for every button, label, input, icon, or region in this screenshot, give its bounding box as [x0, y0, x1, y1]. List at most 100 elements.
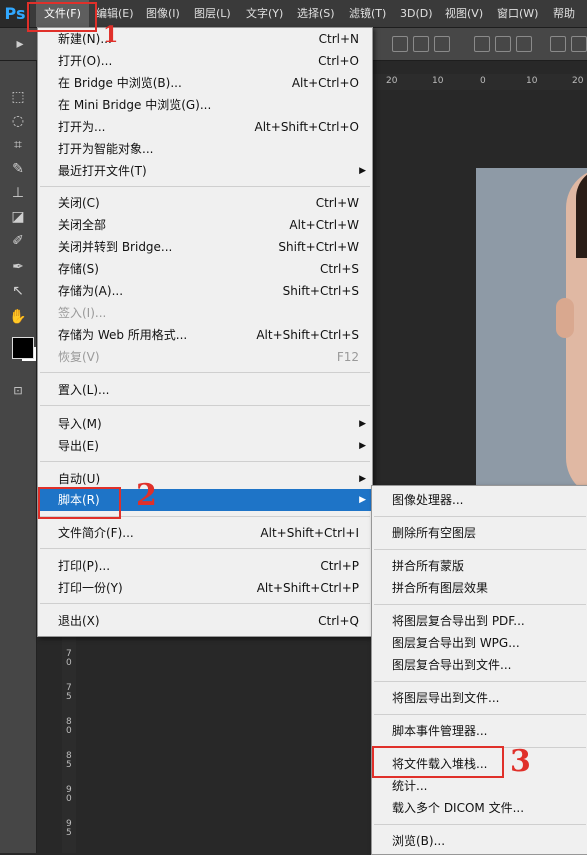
shortcut-text: Alt+Shift+Ctrl+I	[260, 526, 359, 540]
menu-item-print-one-copy[interactable]: 打印一份(Y) Alt+Shift+Ctrl+P	[38, 577, 372, 599]
menu-item-print[interactable]: 打印(P)... Ctrl+P	[38, 555, 372, 577]
shortcut-text: Alt+Ctrl+O	[291, 76, 359, 90]
shortcut-text: Shift+Ctrl+W	[278, 240, 359, 254]
submenu-item-script-events-manager[interactable]: 脚本事件管理器...	[372, 720, 587, 742]
submenu-item-flatten-layer-effects[interactable]: 拼合所有图层效果	[372, 577, 587, 599]
menu-separator	[374, 549, 586, 550]
healing-tool-icon[interactable]: ✎	[8, 159, 28, 179]
menu-item-browse-bridge[interactable]: 在 Bridge 中浏览(B)... Alt+Ctrl+O	[38, 72, 372, 94]
menu-item-label: 统计...	[392, 779, 428, 793]
submenu-item-comps-to-pdf[interactable]: 将图层复合导出到 PDF...	[372, 610, 587, 632]
quick-mask-icon[interactable]: ⊡	[8, 381, 28, 401]
menu-window[interactable]: 窗口(W)	[497, 0, 538, 27]
menu-item-label: 关闭并转到 Bridge...	[58, 240, 173, 254]
menu-item-label: 图像处理器...	[392, 493, 464, 507]
tools-panel: ⬚ ◌ ⌗ ✎ ⊥ ◪ ✐ ✒ ↖ ✋ ⊡	[0, 61, 37, 853]
submenu-item-comps-to-files[interactable]: 图层复合导出到文件...	[372, 654, 587, 676]
ruler-tick: 10	[526, 76, 538, 86]
menu-layer[interactable]: 图层(L)	[194, 0, 231, 27]
submenu-item-image-processor[interactable]: 图像处理器...	[372, 489, 587, 511]
ruler-tick: 9 0	[66, 785, 72, 804]
menu-separator	[40, 548, 370, 549]
menu-item-label: 退出(X)	[58, 614, 100, 628]
lasso-tool-icon[interactable]: ◌	[8, 111, 28, 131]
menu-separator	[40, 372, 370, 373]
stamp-tool-icon[interactable]: ⊥	[8, 183, 28, 203]
marquee-tool-icon[interactable]: ⬚	[8, 87, 28, 107]
crop-tool-icon[interactable]: ⌗	[8, 135, 28, 155]
ruler-tick: 10	[432, 76, 444, 86]
menu-item-open-smart-object[interactable]: 打开为智能对象...	[38, 138, 372, 160]
menu-item-save-for-web[interactable]: 存储为 Web 所用格式... Alt+Shift+Ctrl+S	[38, 324, 372, 346]
shortcut-text: Alt+Ctrl+W	[289, 218, 359, 232]
menu-filter[interactable]: 滤镜(T)	[349, 0, 386, 27]
menu-item-label: 在 Mini Bridge 中浏览(G)...	[58, 98, 212, 112]
align-bottom-icon[interactable]	[434, 36, 450, 52]
menu-item-save[interactable]: 存储(S) Ctrl+S	[38, 258, 372, 280]
submenu-item-statistics[interactable]: 统计...	[372, 775, 587, 797]
menu-item-browse-mini-bridge[interactable]: 在 Mini Bridge 中浏览(G)...	[38, 94, 372, 116]
menu-item-label: 存储为(A)...	[58, 284, 124, 298]
menu-item-label: 最近打开文件(T)	[58, 164, 147, 178]
move-tool-icon[interactable]: ▸	[10, 34, 30, 54]
menu-item-close-go-bridge[interactable]: 关闭并转到 Bridge... Shift+Ctrl+W	[38, 236, 372, 258]
scripts-submenu: 图像处理器... 删除所有空图层 拼合所有蒙版 拼合所有图层效果 将图层复合导出…	[371, 485, 587, 855]
submenu-arrow-icon: ▶	[359, 495, 366, 505]
shortcut-text: Ctrl+Q	[318, 614, 359, 628]
menu-item-open[interactable]: 打开(O)... Ctrl+O	[38, 50, 372, 72]
menu-item-label: 拼合所有蒙版	[392, 559, 465, 573]
menu-item-label: 图层复合导出到 WPG...	[392, 636, 520, 650]
submenu-item-comps-to-wpg[interactable]: 图层复合导出到 WPG...	[372, 632, 587, 654]
menu-type[interactable]: 文字(Y)	[246, 0, 283, 27]
submenu-item-layers-to-files[interactable]: 将图层导出到文件...	[372, 687, 587, 709]
menu-item-label: 拼合所有图层效果	[392, 581, 489, 595]
menu-item-exit[interactable]: 退出(X) Ctrl+Q	[38, 610, 372, 632]
distribute-hcenter-icon[interactable]	[571, 36, 587, 52]
menu-item-place[interactable]: 置入(L)...	[38, 379, 372, 401]
distribute-top-icon[interactable]	[474, 36, 490, 52]
menu-3d[interactable]: 3D(D)	[400, 0, 433, 27]
submenu-item-delete-empty-layers[interactable]: 删除所有空图层	[372, 522, 587, 544]
brush-tool-icon[interactable]: ✐	[8, 231, 28, 251]
path-select-tool-icon[interactable]: ↖	[8, 281, 28, 301]
submenu-item-browse[interactable]: 浏览(B)...	[372, 830, 587, 852]
menu-item-label: 关闭(C)	[58, 196, 100, 210]
canvas-photo-ear	[556, 298, 574, 338]
menu-item-import[interactable]: 导入(M) ▶	[38, 413, 372, 435]
menu-view[interactable]: 视图(V)	[445, 0, 483, 27]
menu-item-label: 浏览(B)...	[392, 834, 446, 848]
shortcut-text: F12	[336, 350, 359, 364]
menu-item-export[interactable]: 导出(E) ▶	[38, 435, 372, 457]
menu-separator	[374, 824, 586, 825]
menu-item-label: 将图层复合导出到 PDF...	[392, 614, 525, 628]
shortcut-text: Ctrl+S	[319, 262, 359, 276]
align-vcenter-icon[interactable]	[413, 36, 429, 52]
eraser-tool-icon[interactable]: ◪	[8, 207, 28, 227]
file-menu-dropdown: 新建(N)... Ctrl+N 打开(O)... Ctrl+O 在 Bridge 中…	[37, 27, 373, 637]
menu-select[interactable]: 选择(S)	[297, 0, 335, 27]
pen-tool-icon[interactable]: ✒	[8, 257, 28, 277]
menu-item-label: 存储为 Web 所用格式...	[58, 328, 188, 342]
align-top-icon[interactable]	[392, 36, 408, 52]
menu-item-label: 载入多个 DICOM 文件...	[392, 801, 525, 815]
ruler-tick: 20	[572, 76, 584, 86]
shortcut-text: Ctrl+N	[318, 32, 359, 46]
menu-item-save-as[interactable]: 存储为(A)... Shift+Ctrl+S	[38, 280, 372, 302]
submenu-item-flatten-masks[interactable]: 拼合所有蒙版	[372, 555, 587, 577]
submenu-arrow-icon: ▶	[359, 166, 366, 176]
hand-tool-icon[interactable]: ✋	[8, 307, 28, 327]
menu-item-file-info[interactable]: 文件简介(F)... Alt+Shift+Ctrl+I	[38, 522, 372, 544]
menu-item-recent-files[interactable]: 最近打开文件(T) ▶	[38, 160, 372, 182]
menu-item-open-as[interactable]: 打开为... Alt+Shift+Ctrl+O	[38, 116, 372, 138]
menu-item-label: 打印一份(Y)	[58, 581, 123, 595]
foreground-color-swatch[interactable]	[12, 337, 34, 359]
submenu-item-load-dicom[interactable]: 载入多个 DICOM 文件...	[372, 797, 587, 819]
menu-item-close[interactable]: 关闭(C) Ctrl+W	[38, 192, 372, 214]
menu-help[interactable]: 帮助	[553, 0, 575, 27]
distribute-vcenter-icon[interactable]	[495, 36, 511, 52]
menu-image[interactable]: 图像(I)	[146, 0, 180, 27]
distribute-bottom-icon[interactable]	[516, 36, 532, 52]
menu-separator	[40, 186, 370, 187]
distribute-left-icon[interactable]	[550, 36, 566, 52]
menu-item-close-all[interactable]: 关闭全部 Alt+Ctrl+W	[38, 214, 372, 236]
